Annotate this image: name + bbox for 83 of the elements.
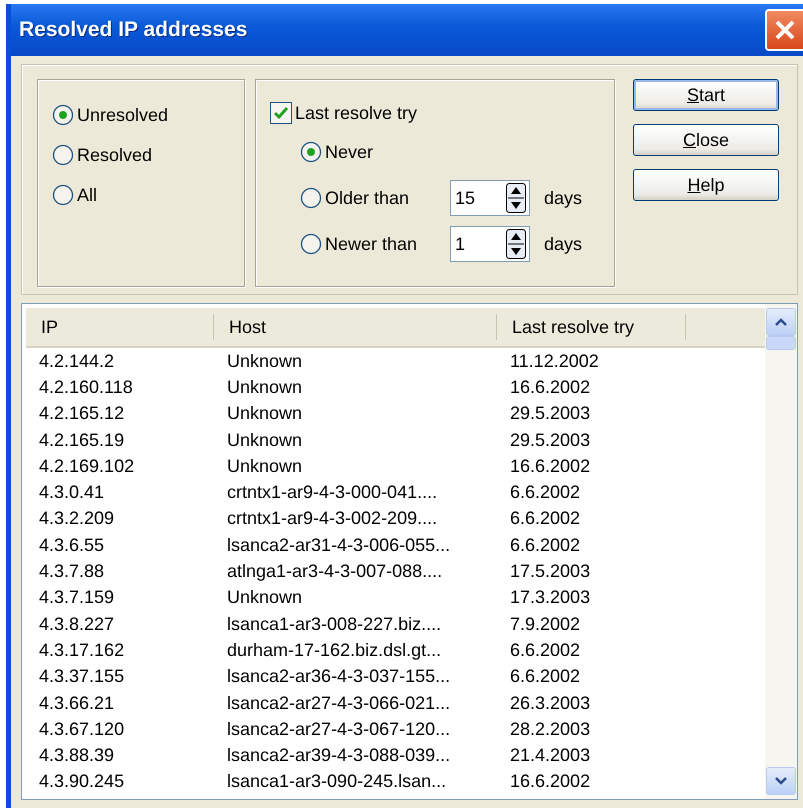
- radio-button[interactable]: [52, 144, 74, 166]
- table-cell-text: lsanca1-ar3-090-245.lsan...: [226, 771, 448, 792]
- scroll-down-icon[interactable]: [766, 767, 796, 795]
- checkbox[interactable]: [270, 102, 292, 124]
- table-cell-text: crtntx1-ar9-4-3-000-041....: [226, 482, 438, 504]
- window-title: Resolved IP addresses: [19, 18, 248, 42]
- table-cell-text: 4.3.8.227: [38, 614, 116, 635]
- table-cell-text: 16.6.2002: [509, 456, 592, 477]
- scroll-up-icon[interactable]: [766, 308, 796, 336]
- table-cell-text: 6.6.2002: [509, 534, 582, 556]
- table-cell-text: Unknown: [226, 587, 304, 608]
- table-cell-text: Unknown: [226, 376, 304, 398]
- table-cell-text: 4.2.165.12: [38, 403, 126, 424]
- table-cell-text: lsanca2-ar27-4-3-066-021...: [226, 692, 452, 714]
- table-cell-text: 11.12.2002: [509, 350, 600, 372]
- table-cell-text: 29.5.2003: [509, 403, 592, 424]
- table-cell-text: 17.3.2003: [509, 587, 592, 608]
- table-cell-text: 4.3.7.159: [38, 587, 116, 608]
- radio-button[interactable]: [300, 141, 322, 163]
- table-cell-text: Unknown: [226, 430, 304, 451]
- table-cell-text: 4.3.90.245: [38, 771, 126, 792]
- table-cell-text: 16.6.2002: [509, 771, 592, 792]
- close-icon[interactable]: [765, 9, 803, 51]
- scrollbar[interactable]: [765, 304, 797, 799]
- table-cell-text: 21.4.2003: [509, 745, 592, 766]
- radio-button[interactable]: [52, 184, 74, 206]
- table-cell-text: 4.3.88.39: [38, 745, 116, 766]
- unit-label: days: [544, 188, 582, 208]
- table-cell-text: crtntx1-ar9-4-3-002-209....: [226, 508, 438, 530]
- table-cell-text: 4.2.144.2: [38, 350, 116, 372]
- scroll-thumb[interactable]: [766, 336, 796, 350]
- table-cell-text: 4.3.37.155: [38, 666, 126, 688]
- dialog-button[interactable]: Start: [633, 79, 779, 111]
- table-cell-text: 29.5.2003: [509, 430, 592, 451]
- spin-arrows-icon[interactable]: [506, 183, 526, 213]
- table-cell-text: lsanca2-ar31-4-3-006-055...: [226, 534, 452, 556]
- table-cell-text: 16.6.2002: [509, 376, 592, 398]
- spin-arrows-icon[interactable]: [506, 229, 526, 259]
- table-cell-text: 4.3.67.120: [38, 718, 126, 740]
- table-cell-text: 4.2.160.118: [38, 376, 134, 398]
- table-cell-text: 4.3.7.88: [38, 561, 106, 582]
- table-cell-text: 7.9.2002: [509, 614, 582, 635]
- table-cell-text: 4.3.17.162: [38, 640, 126, 661]
- radio-button[interactable]: [52, 104, 74, 126]
- table-cell-text: durham-17-162.biz.dsl.gt...: [226, 640, 442, 661]
- table-cell-text: 4.2.169.102: [38, 456, 136, 477]
- table-cell-text: 4.3.66.21: [38, 692, 116, 714]
- table-cell-text: Unknown: [226, 403, 304, 424]
- dialog-button[interactable]: Help: [633, 169, 779, 201]
- table-cell-text: lsanca1-ar3-008-227.biz....: [226, 614, 442, 635]
- unit-label: days: [544, 234, 582, 254]
- table-cell-text: 28.2.2003: [509, 718, 592, 740]
- column-header[interactable]: Last resolve try: [497, 314, 686, 340]
- radio-button[interactable]: [300, 187, 322, 209]
- radio-button[interactable]: [300, 233, 322, 255]
- radio-label[interactable]: Unresolved: [77, 104, 168, 126]
- table-cell-text: lsanca2-ar39-4-3-088-039...: [226, 745, 452, 766]
- checkbox-label[interactable]: Last resolve try: [295, 102, 418, 124]
- table-cell-text: Unknown: [226, 456, 304, 477]
- table-cell-text: 26.3.2003: [509, 692, 592, 714]
- table-cell-text: 6.6.2002: [509, 482, 582, 504]
- table-cell-text: 6.6.2002: [509, 640, 582, 661]
- radio-label[interactable]: Older than: [325, 188, 410, 208]
- table-cell-text: Unknown: [226, 350, 304, 372]
- radio-label[interactable]: Resolved: [77, 144, 152, 166]
- table-cell-text: lsanca2-ar36-4-3-037-155...: [226, 666, 452, 688]
- table-cell-text: 4.3.6.55: [38, 534, 106, 556]
- table-cell-text: lsanca2-ar27-4-3-067-120...: [226, 718, 452, 740]
- radio-label[interactable]: Never: [325, 142, 374, 162]
- table-cell-text: 17.5.2003: [509, 561, 592, 582]
- radio-label[interactable]: All: [77, 184, 98, 206]
- number-spinner[interactable]: 1: [450, 226, 530, 262]
- radio-label[interactable]: Newer than: [325, 234, 418, 254]
- column-header[interactable]: Host: [214, 314, 497, 340]
- table-cell-text: atlnga1-ar3-4-3-007-088....: [226, 561, 444, 582]
- table-cell-text: 4.2.165.19: [38, 430, 126, 451]
- table-cell-text: 6.6.2002: [509, 666, 582, 688]
- dialog-button[interactable]: Close: [633, 124, 779, 156]
- number-spinner[interactable]: 15: [450, 180, 530, 216]
- table-cell-text: 4.3.2.209: [38, 508, 116, 530]
- table-cell-text: 4.3.0.41: [38, 482, 106, 504]
- column-header[interactable]: IP: [26, 314, 214, 340]
- table-cell-text: 6.6.2002: [509, 508, 582, 530]
